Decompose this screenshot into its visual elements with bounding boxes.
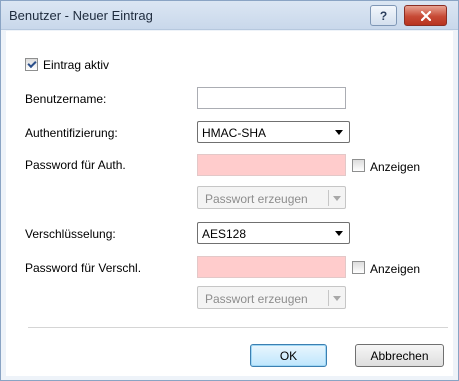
enc-generate-button[interactable]: Passwort erzeugen bbox=[197, 286, 346, 309]
auth-selected-value: HMAC-SHA bbox=[202, 126, 267, 140]
split-divider bbox=[328, 190, 329, 206]
encryption-select[interactable]: AES128 bbox=[197, 222, 350, 244]
chevron-down-icon[interactable] bbox=[333, 196, 341, 201]
auth-show-checkbox[interactable] bbox=[352, 159, 365, 172]
dialog-window: Benutzer - Neuer Eintrag ? Eintrag aktiv… bbox=[0, 0, 459, 381]
auth-password-label: Password für Auth. bbox=[25, 158, 126, 172]
enc-show-checkbox[interactable] bbox=[352, 261, 365, 274]
checkmark-icon bbox=[26, 58, 37, 69]
split-divider bbox=[328, 290, 329, 306]
enc-generate-label: Passwort erzeugen bbox=[205, 292, 308, 306]
auth-select[interactable]: HMAC-SHA bbox=[197, 121, 350, 143]
dialog-content: Eintrag aktiv Benutzername: Authentifizi… bbox=[6, 31, 453, 376]
close-button[interactable] bbox=[404, 5, 447, 26]
window-title: Benutzer - Neuer Eintrag bbox=[9, 8, 153, 23]
chevron-down-icon bbox=[335, 231, 343, 236]
enc-show-label: Anzeigen bbox=[370, 262, 421, 276]
auth-show-label: Anzeigen bbox=[370, 160, 421, 174]
username-label: Benutzername: bbox=[25, 92, 107, 106]
help-icon: ? bbox=[379, 8, 388, 23]
username-input[interactable] bbox=[197, 87, 346, 109]
cancel-button[interactable]: Abbrechen bbox=[355, 344, 444, 367]
auth-generate-label: Passwort erzeugen bbox=[205, 192, 308, 206]
help-button[interactable]: ? bbox=[370, 5, 397, 26]
active-checkbox[interactable] bbox=[25, 58, 38, 71]
ok-button[interactable]: OK bbox=[250, 344, 327, 367]
chevron-down-icon[interactable] bbox=[333, 296, 341, 301]
auth-label: Authentifizierung: bbox=[25, 126, 118, 140]
active-label: Eintrag aktiv bbox=[43, 58, 110, 72]
auth-generate-button[interactable]: Passwort erzeugen bbox=[197, 186, 346, 209]
title-bar[interactable]: Benutzer - Neuer Eintrag ? bbox=[1, 1, 458, 30]
chevron-down-icon bbox=[335, 130, 343, 135]
encryption-label: Verschlüsselung: bbox=[25, 227, 116, 241]
auth-password-input[interactable] bbox=[197, 154, 346, 176]
close-icon bbox=[420, 10, 431, 21]
enc-password-input[interactable] bbox=[197, 256, 346, 278]
enc-password-label: Password für Verschl. bbox=[25, 261, 142, 275]
encryption-selected-value: AES128 bbox=[202, 227, 247, 241]
footer-separator bbox=[28, 327, 448, 328]
